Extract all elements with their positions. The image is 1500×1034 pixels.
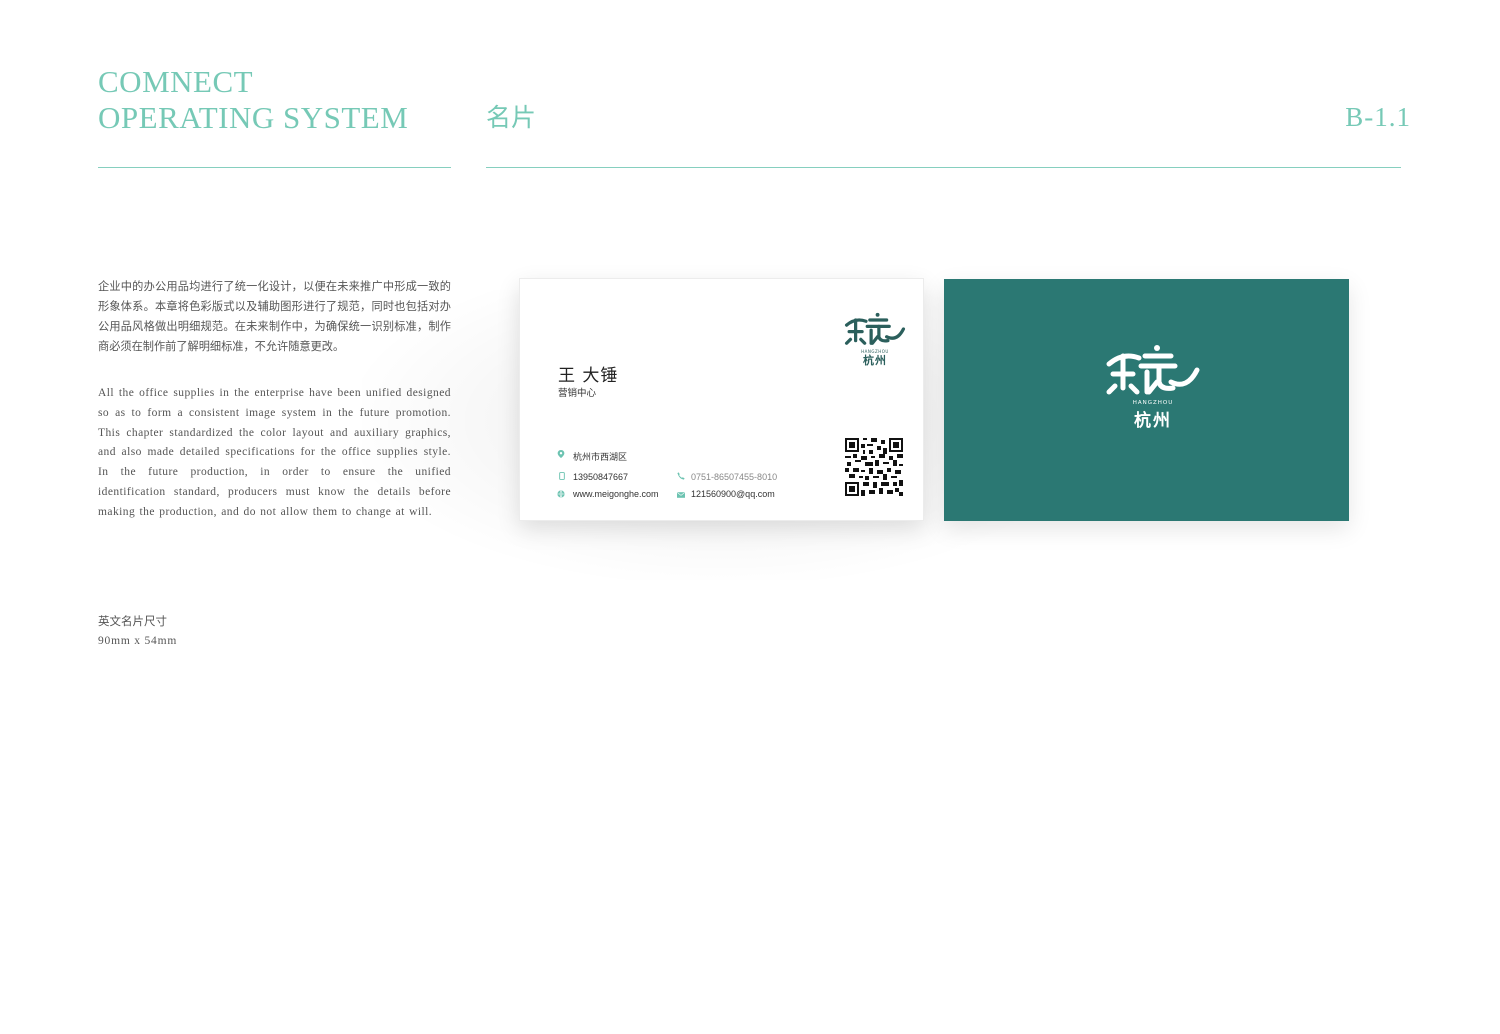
hangzhou-logo: HANGZHOU 杭州 bbox=[844, 309, 906, 368]
brand-line-1: COMNECT bbox=[98, 64, 254, 99]
phone-text: 0751-86507455-8010 bbox=[691, 472, 778, 482]
card-size-value: 90mm x 54mm bbox=[98, 635, 178, 647]
section-title: 名片 bbox=[486, 103, 537, 132]
card-size-label: 英文名片尺寸 bbox=[98, 614, 167, 628]
hangzhou-logo-white: HANGZHOU 杭州 bbox=[1105, 341, 1201, 431]
location-icon bbox=[557, 450, 565, 458]
qr-code bbox=[845, 438, 903, 496]
logo-cn-text: 杭州 bbox=[863, 354, 887, 367]
person-department: 营销中心 bbox=[558, 388, 597, 399]
mobile-icon bbox=[559, 472, 565, 480]
phone-icon bbox=[677, 472, 685, 480]
website-text: www.meigonghe.com bbox=[573, 489, 659, 499]
mobile-text: 13950847667 bbox=[573, 472, 629, 482]
email-text: 121560900@qq.com bbox=[691, 489, 775, 499]
address-text: 杭州市西湖区 bbox=[573, 452, 628, 462]
person-name: 王 大锤 bbox=[558, 366, 619, 386]
globe-icon bbox=[557, 490, 565, 498]
hangzhou-logo-white-icon bbox=[1106, 345, 1200, 395]
hangzhou-logo-icon bbox=[844, 312, 906, 345]
mail-icon bbox=[677, 492, 685, 498]
logo-cn-text: 杭州 bbox=[1134, 411, 1172, 431]
business-card-back: HANGZHOU 杭州 bbox=[944, 279, 1349, 521]
header-rule-left bbox=[98, 167, 451, 168]
page-code: B-1.1 bbox=[1345, 102, 1411, 132]
header-rule-right bbox=[486, 167, 1401, 168]
business-card-front: HANGZHOU 杭州 王 大锤 营销中心 杭州市西湖区 13950847667… bbox=[519, 278, 924, 521]
brand-line-2: OPERATING SYSTEM bbox=[98, 100, 409, 135]
